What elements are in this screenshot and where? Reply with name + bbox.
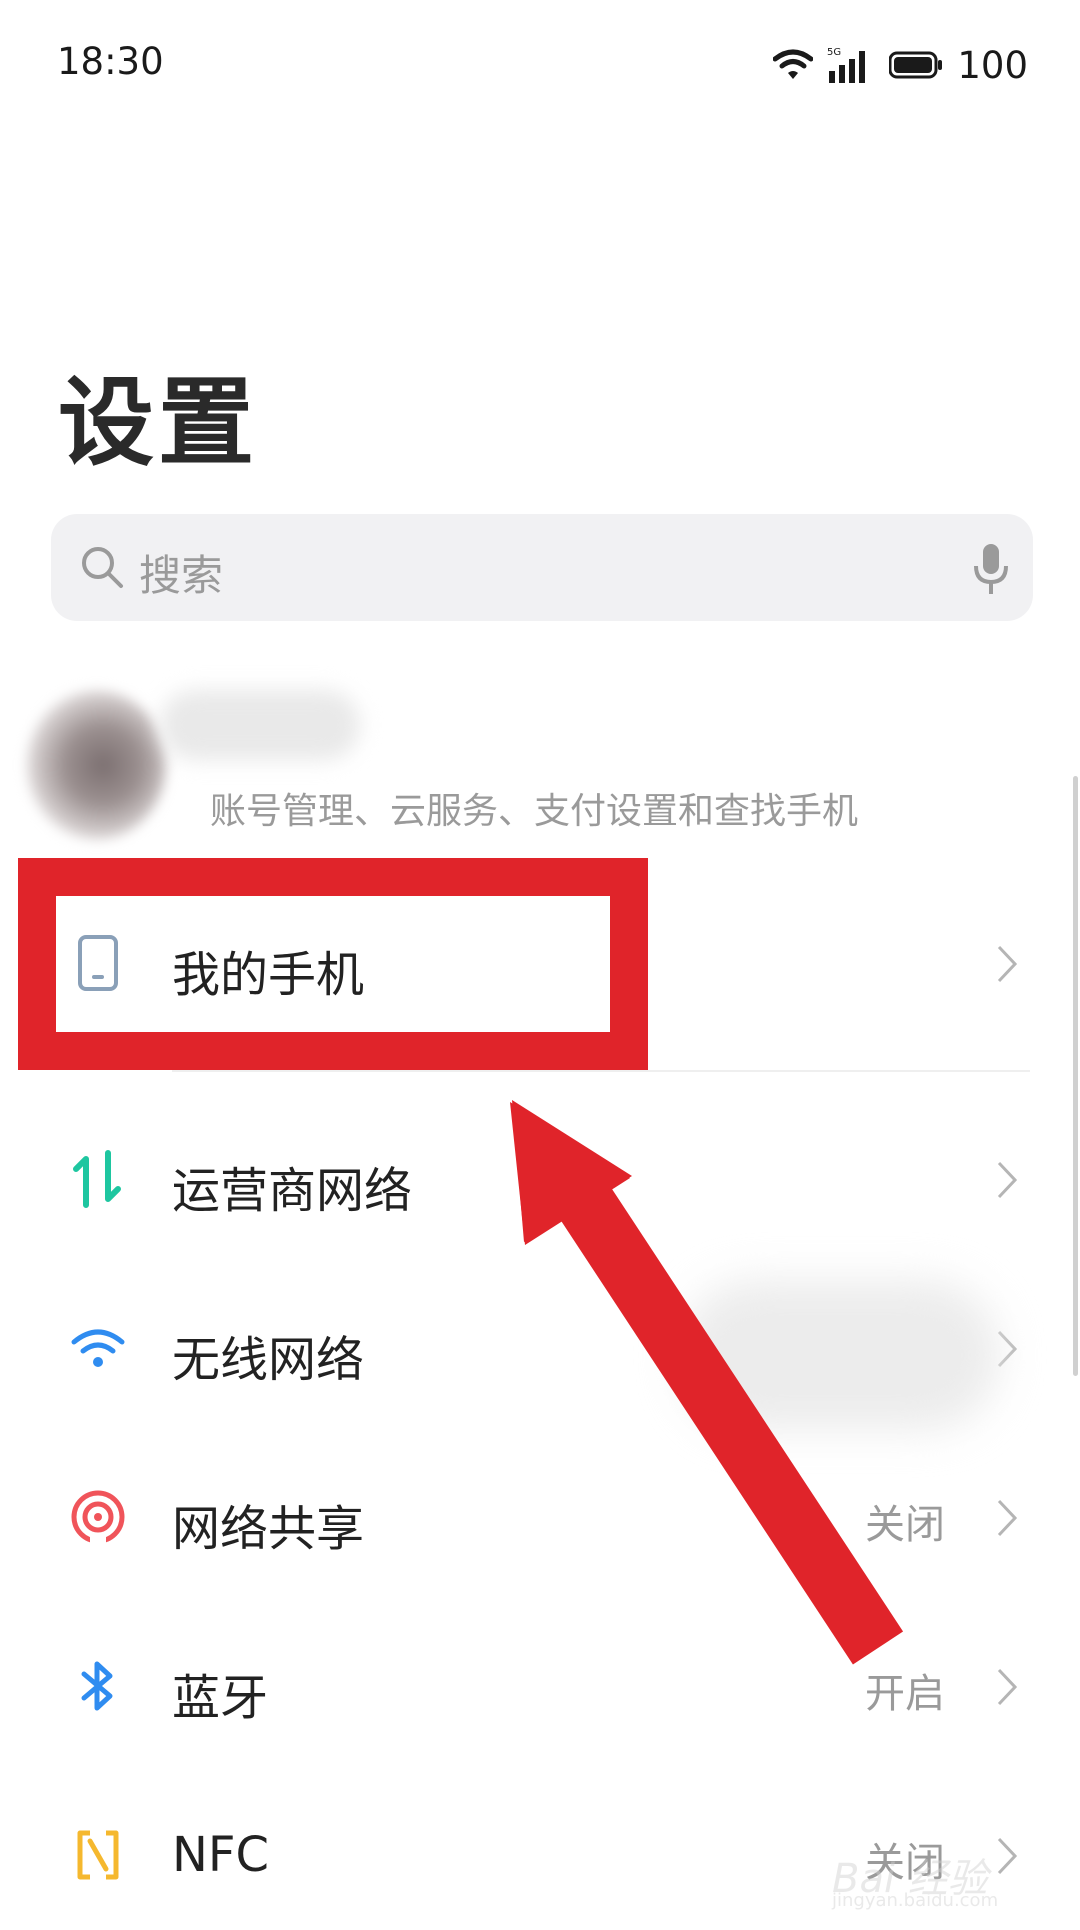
watermark-url: jingyan.baidu.com xyxy=(832,1890,999,1911)
menu-value: 关闭 xyxy=(865,1502,945,1548)
nfc-icon xyxy=(77,1830,119,1880)
chevron-right-icon xyxy=(997,1499,1018,1537)
menu-label: 网络共享 xyxy=(172,1501,365,1557)
account-subtitle: 账号管理、云服务、支付设置和查找手机 xyxy=(210,791,859,832)
avatar xyxy=(26,690,166,840)
cellular-signal-icon: 5G xyxy=(827,47,866,83)
chevron-right-icon xyxy=(997,945,1018,983)
menu-item-carrier-network[interactable]: 运营商网络 xyxy=(0,1104,1080,1254)
menu-label: 蓝牙 xyxy=(172,1670,269,1726)
search-bar[interactable]: 搜索 xyxy=(51,514,1033,621)
network-type-label: 5G xyxy=(827,47,841,58)
menu-item-hotspot[interactable]: 网络共享 关闭 xyxy=(0,1442,1080,1592)
menu-label: 无线网络 xyxy=(172,1332,365,1388)
menu-value: 开启 xyxy=(865,1671,945,1717)
wifi-icon xyxy=(71,1329,125,1367)
chevron-right-icon xyxy=(997,1161,1018,1199)
wifi-status-icon xyxy=(773,49,814,79)
menu-label: 运营商网络 xyxy=(172,1163,413,1219)
search-placeholder: 搜索 xyxy=(139,551,224,600)
divider xyxy=(172,1070,1030,1072)
scrollbar[interactable] xyxy=(1073,776,1078,1376)
account-row[interactable]: 账号管理、云服务、支付设置和查找手机 xyxy=(0,670,1080,860)
status-icons: 5G 100 xyxy=(773,40,1028,90)
watermark: Bai 经验 jingyan.baidu.com xyxy=(820,1808,1030,1918)
hotspot-icon xyxy=(71,1490,125,1545)
status-bar: 18:30 5G 100 xyxy=(0,0,1080,120)
chevron-right-icon xyxy=(997,1668,1018,1706)
page-title: 设置 xyxy=(58,367,258,479)
blurred-wifi-name xyxy=(680,1280,1000,1430)
battery-percent: 100 xyxy=(957,43,1028,87)
menu-label: NFC xyxy=(172,1827,270,1883)
menu-item-bluetooth[interactable]: 蓝牙 开启 xyxy=(0,1611,1080,1761)
status-time: 18:30 xyxy=(57,40,164,83)
bluetooth-icon xyxy=(81,1661,113,1711)
search-icon xyxy=(82,547,123,588)
account-name-blurred xyxy=(160,690,360,760)
microphone-icon[interactable] xyxy=(971,542,1011,596)
carrier-network-icon xyxy=(73,1150,121,1208)
battery-icon xyxy=(889,51,943,79)
highlight-box xyxy=(18,858,648,1070)
